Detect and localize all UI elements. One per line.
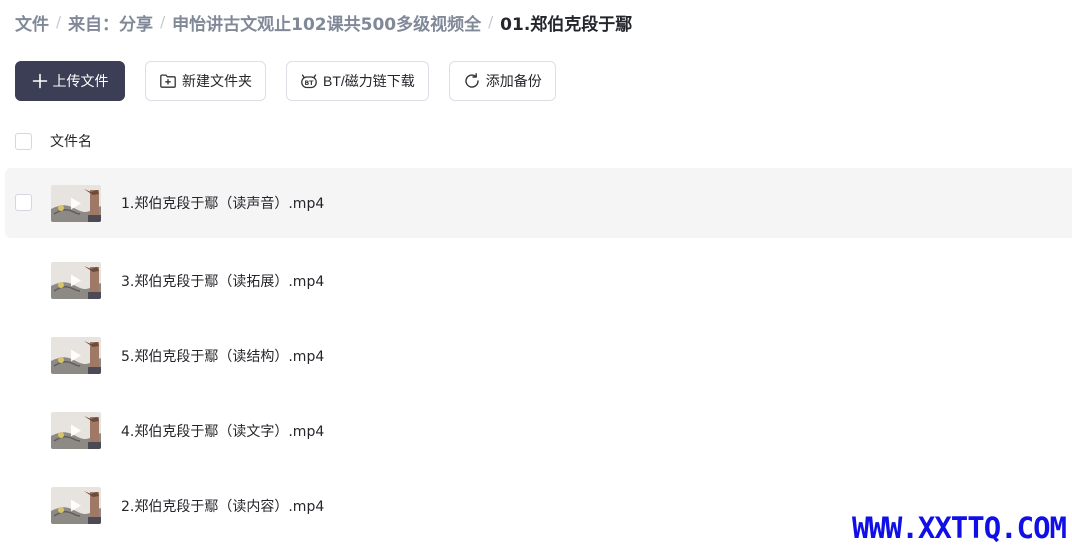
video-thumbnail (51, 337, 101, 374)
file-row[interactable]: 4.郑伯克段于鄢（读文字）.mp4 (5, 393, 1072, 468)
file-row[interactable]: 3.郑伯克段于鄢（读拓展）.mp4 (5, 243, 1072, 318)
file-name[interactable]: 5.郑伯克段于鄢（读结构）.mp4 (121, 346, 324, 366)
refresh-icon (463, 72, 481, 90)
bt-magnet-download-button[interactable]: BT BT/磁力链下载 (286, 61, 429, 101)
breadcrumb-separator: / (56, 13, 62, 31)
select-all-checkbox[interactable] (15, 132, 32, 150)
toolbar: 上传文件 新建文件夹 BT BT/磁力链下载 添加备份 (15, 61, 576, 101)
breadcrumb-separator: / (488, 13, 494, 31)
row-checkbox[interactable] (15, 194, 32, 211)
file-row[interactable]: 5.郑伯克段于鄢（读结构）.mp4 (5, 318, 1072, 393)
new-folder-label: 新建文件夹 (182, 73, 252, 89)
file-name[interactable]: 3.郑伯克段于鄢（读拓展）.mp4 (121, 271, 324, 291)
svg-text:BT: BT (305, 80, 315, 87)
file-list: 1.郑伯克段于鄢（读声音）.mp4 3.郑伯克段于鄢（读拓展）.mp4 5.郑伯… (5, 168, 1072, 543)
watermark: WWW.XXTTQ.COM (852, 511, 1067, 545)
file-row[interactable]: 1.郑伯克段于鄢（读声音）.mp4 (5, 168, 1072, 238)
file-name[interactable]: 4.郑伯克段于鄢（读文字）.mp4 (121, 421, 324, 441)
new-folder-icon (159, 72, 177, 90)
breadcrumb-item-files[interactable]: 文件 (15, 10, 49, 35)
bt-icon: BT (300, 72, 318, 90)
file-name[interactable]: 1.郑伯克段于鄢（读声音）.mp4 (121, 193, 324, 213)
add-backup-label: 添加备份 (485, 73, 542, 89)
new-folder-button[interactable]: 新建文件夹 (145, 61, 266, 101)
file-name[interactable]: 2.郑伯克段于鄢（读内容）.mp4 (121, 496, 324, 516)
upload-file-label: 上传文件 (52, 73, 109, 89)
breadcrumb-item-shared[interactable]: 来自：分享 (68, 10, 153, 35)
video-thumbnail (51, 487, 101, 524)
breadcrumb-item-course-folder[interactable]: 申怡讲古文观止102课共500多级视频全 (172, 10, 481, 35)
breadcrumb-separator: / (160, 13, 166, 31)
column-header-filename[interactable]: 文件名 (50, 131, 92, 151)
breadcrumb-item-current: 01.郑伯克段于鄢 (500, 14, 633, 35)
upload-file-button[interactable]: 上传文件 (15, 61, 125, 101)
add-backup-button[interactable]: 添加备份 (448, 61, 556, 101)
bt-magnet-download-label: BT/磁力链下载 (323, 73, 415, 89)
video-thumbnail (51, 262, 101, 299)
breadcrumb: 文件 / 来自：分享 / 申怡讲古文观止102课共500多级视频全 / 01.郑… (15, 9, 632, 35)
video-thumbnail (51, 184, 101, 222)
list-header: 文件名 (15, 131, 92, 151)
plus-icon (32, 73, 48, 89)
video-thumbnail (51, 412, 101, 449)
